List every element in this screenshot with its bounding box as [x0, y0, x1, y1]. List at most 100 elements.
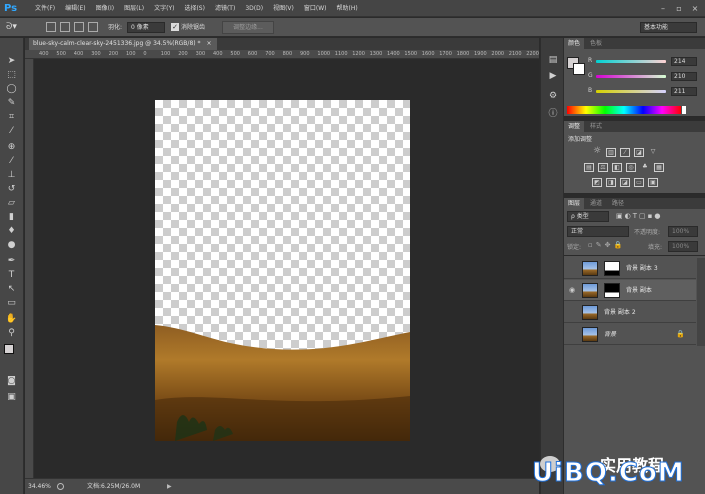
hue-saturation-icon[interactable]: ▤ — [584, 163, 594, 172]
menu-type[interactable]: 文字(Y) — [149, 0, 179, 17]
color-balance-icon[interactable]: ⚖ — [598, 163, 608, 172]
g-slider[interactable] — [596, 75, 666, 78]
dodge-tool-icon[interactable]: ● — [4, 238, 19, 252]
minimize-button[interactable]: – — [656, 3, 670, 14]
shape-tool-icon[interactable]: ▭ — [4, 296, 19, 310]
feather-input[interactable]: 0 像素 — [127, 22, 165, 33]
layer-row[interactable]: 背景 副本 3 — [564, 258, 696, 279]
crop-tool-icon[interactable]: ⌗ — [4, 110, 19, 124]
menu-select[interactable]: 选择(S) — [179, 0, 210, 17]
antialias-checkbox[interactable]: ✓ — [171, 23, 179, 31]
healing-tool-icon[interactable]: ⊕ — [4, 140, 19, 154]
menu-help[interactable]: 帮助(H) — [332, 0, 363, 17]
new-selection-icon[interactable] — [46, 22, 56, 32]
layer-row[interactable]: ◉ 背景 副本 — [564, 280, 696, 301]
menu-image[interactable]: 图像(I) — [91, 0, 119, 17]
r-value[interactable]: 214 — [671, 57, 697, 66]
menu-layer[interactable]: 图层(L) — [119, 0, 149, 17]
white-swatch[interactable] — [682, 106, 686, 114]
marquee-tool-icon[interactable]: ⬚ — [4, 68, 19, 82]
refine-edge-button[interactable]: 调整边缘... — [222, 21, 274, 34]
properties-panel-icon[interactable]: ⚙ — [547, 90, 559, 102]
tab-paths[interactable]: 路径 — [608, 198, 628, 209]
g-value[interactable]: 210 — [671, 72, 697, 81]
layer-filter-icons[interactable]: ▣◐T▢▪● — [616, 211, 702, 222]
add-to-selection-icon[interactable] — [60, 22, 70, 32]
tab-styles[interactable]: 样式 — [586, 121, 606, 132]
lock-icons[interactable]: ▫✎✥🔒 — [588, 241, 625, 249]
exposure-icon[interactable]: ◪ — [634, 148, 644, 157]
layer-row[interactable]: 背景 副本 2 — [564, 302, 696, 323]
zoom-readout[interactable]: 34.46% — [28, 479, 51, 494]
brush-tool-icon[interactable]: ⁄ — [4, 154, 19, 168]
document-tab[interactable]: blue-sky-calm-clear-sky-2451336.jpg @ 34… — [29, 38, 218, 50]
close-document-icon[interactable]: × — [206, 40, 211, 47]
lasso-tool-preset-icon[interactable]: ᘐ▾ — [6, 21, 30, 34]
visibility-icon[interactable] — [568, 308, 576, 316]
status-info-icon[interactable] — [57, 483, 64, 490]
blur-tool-icon[interactable]: ♦ — [4, 224, 19, 238]
menu-view[interactable]: 视图(V) — [268, 0, 299, 17]
menu-window[interactable]: 窗口(W) — [299, 0, 332, 17]
tab-adjustments[interactable]: 调整 — [564, 121, 585, 132]
history-brush-tool-icon[interactable]: ↺ — [4, 182, 19, 196]
lasso-tool-icon[interactable]: ◯ — [4, 82, 19, 96]
blend-mode-select[interactable]: 正常 — [567, 226, 629, 237]
curves-icon[interactable]: ⁄ — [620, 148, 630, 157]
photo-filter-icon[interactable]: ◎ — [626, 163, 636, 172]
type-tool-icon[interactable]: T — [4, 268, 19, 282]
layer-kind-filter[interactable]: ρ 类型 — [567, 211, 609, 222]
quick-mask-icon[interactable]: ◙ — [4, 374, 19, 388]
restore-button[interactable]: ▫ — [672, 3, 686, 14]
gradient-tool-icon[interactable]: ▮ — [4, 210, 19, 224]
menu-edit[interactable]: 编辑(E) — [60, 0, 90, 17]
opacity-input[interactable]: 100% — [668, 226, 698, 237]
levels-icon[interactable]: ▥ — [606, 148, 616, 157]
color-spectrum[interactable] — [567, 106, 681, 114]
subtract-selection-icon[interactable] — [74, 22, 84, 32]
history-panel-icon[interactable]: ▤ — [547, 54, 559, 66]
tab-swatches[interactable]: 色板 — [586, 38, 606, 49]
intersect-selection-icon[interactable] — [88, 22, 98, 32]
pen-tool-icon[interactable]: ✒ — [4, 254, 19, 268]
menu-file[interactable]: 文件(F) — [30, 0, 60, 17]
vibrance-icon[interactable]: ▽ — [648, 148, 658, 157]
hand-tool-icon[interactable]: ✋ — [4, 312, 19, 326]
stamp-tool-icon[interactable]: ⊥ — [4, 168, 19, 182]
b-value[interactable]: 211 — [671, 87, 697, 96]
move-tool-icon[interactable]: ➤ — [4, 54, 19, 68]
layers-scrollbar[interactable] — [697, 258, 705, 346]
gradient-map-icon[interactable]: ▭ — [634, 178, 644, 187]
eraser-tool-icon[interactable]: ▱ — [4, 196, 19, 210]
color-lookup-icon[interactable]: ▦ — [654, 163, 664, 172]
invert-icon[interactable]: ◩ — [592, 178, 602, 187]
tab-layers[interactable]: 图层 — [564, 198, 585, 209]
layer-mask-thumbnail[interactable] — [604, 283, 620, 298]
document-canvas[interactable] — [155, 100, 410, 441]
visibility-icon[interactable]: ◉ — [568, 286, 576, 294]
tab-color[interactable]: 颜色 — [564, 38, 585, 49]
workspace-select[interactable]: 基本功能 — [640, 22, 697, 33]
status-arrow-icon[interactable]: ▶ — [167, 479, 172, 494]
tab-channels[interactable]: 通道 — [586, 198, 606, 209]
b-slider[interactable] — [596, 90, 666, 93]
fill-input[interactable]: 100% — [668, 241, 698, 252]
path-select-tool-icon[interactable]: ↖ — [4, 282, 19, 296]
actions-panel-icon[interactable]: ▶ — [547, 70, 559, 82]
brightness-icon[interactable]: ☼ — [592, 147, 602, 157]
close-window-button[interactable]: × — [688, 3, 702, 14]
channel-mixer-icon[interactable]: ♣ — [640, 163, 650, 172]
info-panel-icon[interactable]: ⓘ — [547, 108, 559, 120]
menu-3d[interactable]: 3D(D) — [240, 0, 268, 17]
posterize-icon[interactable]: ◨ — [606, 178, 616, 187]
layer-row[interactable]: 背景 🔒 — [564, 324, 696, 345]
r-slider[interactable] — [596, 60, 666, 63]
zoom-tool-icon[interactable]: ⚲ — [4, 326, 19, 340]
bg-color-preview[interactable] — [573, 63, 585, 75]
visibility-icon[interactable] — [568, 264, 576, 272]
quick-select-tool-icon[interactable]: ✎ — [4, 96, 19, 110]
eyedropper-tool-icon[interactable]: ⁄ — [4, 124, 19, 138]
layer-mask-thumbnail[interactable] — [604, 261, 620, 276]
visibility-icon[interactable] — [568, 330, 576, 338]
screen-mode-icon[interactable]: ▣ — [4, 390, 19, 404]
